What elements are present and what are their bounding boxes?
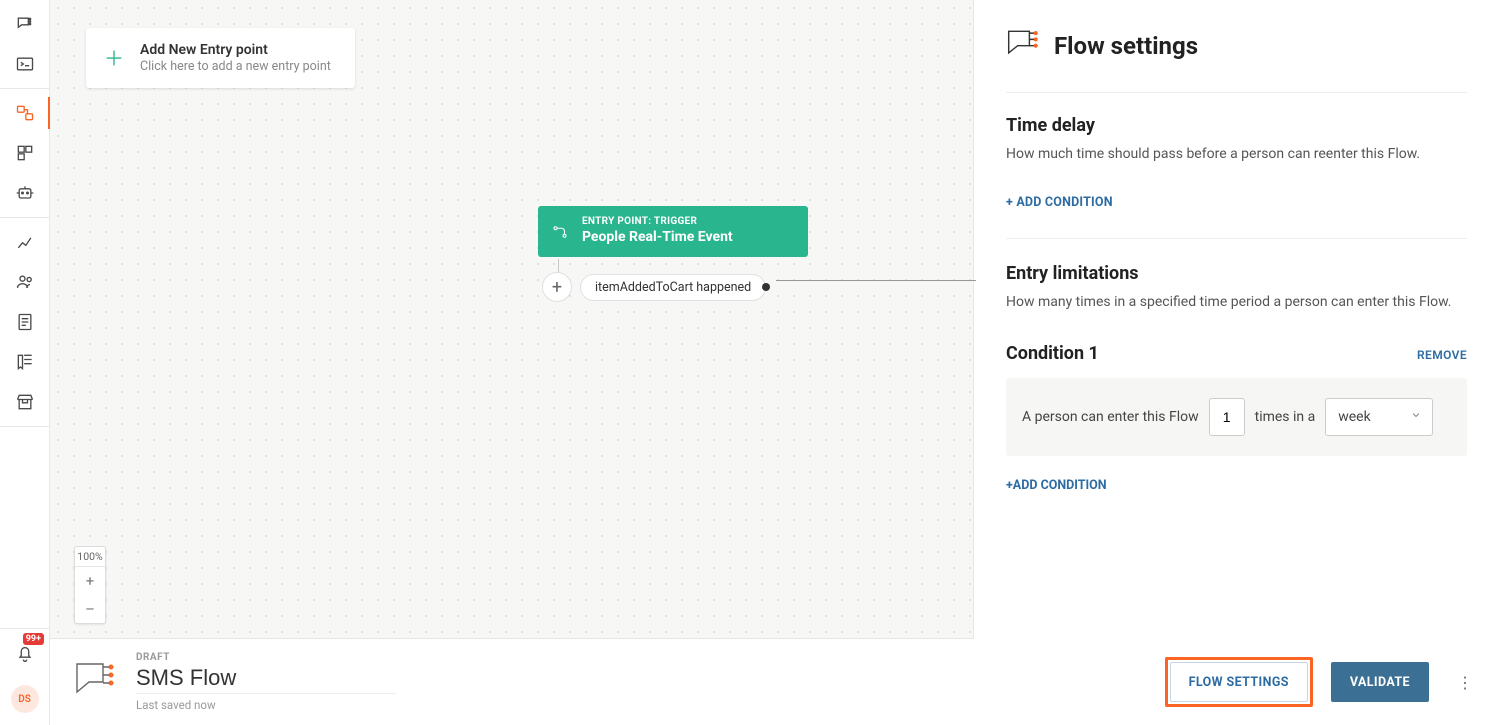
period-select-value: week — [1338, 409, 1370, 425]
nav-item-people[interactable] — [0, 262, 50, 302]
entry-limitations-desc: How many times in a specified time perio… — [1006, 292, 1467, 313]
flow-settings-highlight: FLOW SETTINGS — [1165, 657, 1313, 707]
zoom-control: 100% + – — [74, 546, 106, 624]
condition-title: Condition 1 — [1006, 343, 1099, 364]
footer-bar: DRAFT Last saved now FLOW SETTINGS VALID… — [50, 639, 1499, 725]
nav-item-flows[interactable] — [0, 93, 50, 133]
node-eyebrow: ENTRY POINT: TRIGGER — [582, 216, 792, 227]
nav-item-conversations[interactable] — [0, 4, 50, 44]
validate-button[interactable]: VALIDATE — [1331, 662, 1429, 702]
remove-condition-button[interactable]: REMOVE — [1417, 348, 1467, 362]
add-entry-subtitle: Click here to add a new entry point — [140, 59, 331, 74]
last-saved-text: Last saved now — [136, 698, 396, 712]
time-delay-add-condition[interactable]: + ADD CONDITION — [1006, 195, 1467, 210]
time-delay-title: Time delay — [1006, 115, 1467, 136]
node-condition-text: itemAddedToCart happened — [595, 280, 751, 295]
panel-title: Flow settings — [1054, 32, 1198, 60]
flow-icon — [74, 661, 118, 703]
entry-times-input[interactable] — [1209, 398, 1245, 436]
avatar[interactable]: DS — [11, 685, 39, 713]
nav-item-bot[interactable] — [0, 173, 50, 213]
flow-settings-icon — [1006, 28, 1042, 64]
nav-item-store[interactable] — [0, 382, 50, 422]
entry-limitations-add-condition[interactable]: +ADD CONDITION — [1006, 478, 1467, 493]
nav-item-analytics[interactable] — [0, 222, 50, 262]
flow-status: DRAFT — [136, 652, 396, 663]
flow-settings-panel: Flow settings Time delay How much time s… — [973, 0, 1499, 639]
condition-box: A person can enter this Flow times in a … — [1006, 378, 1467, 456]
entry-limitations-title: Entry limitations — [1006, 263, 1467, 284]
nav-item-bookmarks[interactable] — [0, 342, 50, 382]
plus-icon — [102, 46, 126, 70]
notification-badge: 99+ — [23, 633, 44, 645]
nav-item-terminal[interactable] — [0, 44, 50, 84]
trigger-icon — [550, 222, 570, 242]
flow-settings-button[interactable]: FLOW SETTINGS — [1170, 662, 1308, 702]
zoom-in-button[interactable]: + — [75, 567, 105, 595]
nav-rail: 99+ DS — [0, 0, 50, 725]
condition-text-pre: A person can enter this Flow — [1022, 409, 1199, 425]
flow-wire — [776, 280, 976, 281]
node-add-branch-button[interactable]: + — [542, 272, 572, 302]
time-delay-desc: How much time should pass before a perso… — [1006, 144, 1467, 165]
flow-canvas[interactable]: Add New Entry point Click here to add a … — [50, 0, 973, 639]
add-entry-title: Add New Entry point — [140, 42, 331, 58]
nav-item-templates[interactable] — [0, 133, 50, 173]
more-menu-button[interactable]: ⋮ — [1451, 662, 1479, 702]
node-condition-pill[interactable]: itemAddedToCart happened — [580, 274, 766, 301]
nav-item-forms[interactable] — [0, 302, 50, 342]
node-title: People Real-Time Event — [582, 229, 792, 245]
entry-point-node[interactable]: ENTRY POINT: TRIGGER People Real-Time Ev… — [538, 206, 808, 257]
chevron-down-icon — [1410, 409, 1422, 425]
zoom-out-button[interactable]: – — [75, 595, 105, 623]
period-select[interactable]: week — [1325, 398, 1433, 436]
add-entry-point-card[interactable]: Add New Entry point Click here to add a … — [86, 28, 355, 88]
nav-notifications[interactable]: 99+ — [0, 629, 50, 677]
flow-name-input[interactable] — [136, 663, 396, 694]
node-output-port[interactable] — [762, 283, 770, 291]
condition-text-mid: times in a — [1255, 409, 1316, 425]
zoom-level: 100% — [75, 547, 105, 567]
